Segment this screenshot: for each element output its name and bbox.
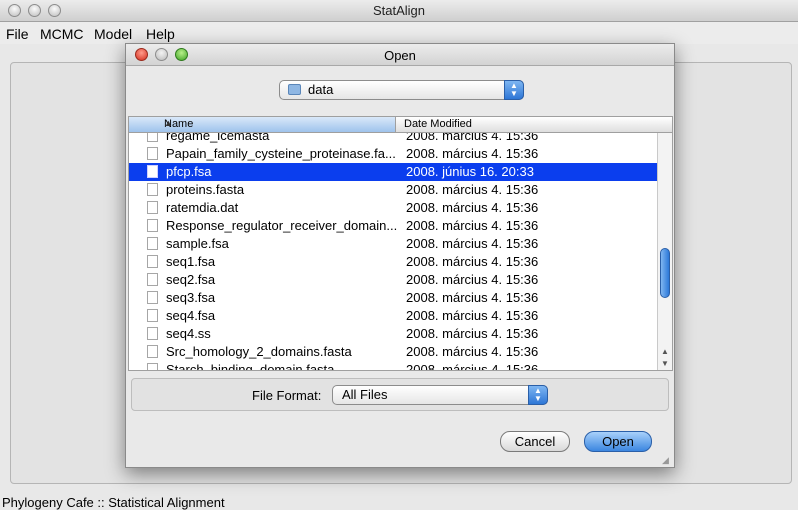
- column-header-date[interactable]: Date Modified: [404, 118, 472, 130]
- file-name: seq4.ss: [166, 326, 211, 341]
- resize-grip-icon[interactable]: ◢: [662, 455, 672, 465]
- open-button[interactable]: Open: [584, 431, 652, 452]
- open-dialog: Open data ▲ ▼ regame_icemasta 2008. márciu…: [125, 43, 675, 468]
- status-bar: Phylogeny Cafe :: Statistical Alignment: [2, 495, 225, 510]
- file-name: Starch_binding_domain.fasta: [166, 362, 335, 371]
- file-row[interactable]: pfcp.fsa 2008. június 16. 20:33: [129, 163, 659, 181]
- file-row[interactable]: Starch_binding_domain.fasta 2008. március…: [129, 361, 659, 371]
- file-list[interactable]: regame_icemasta 2008. március 4. 15:36 Pap…: [128, 116, 673, 371]
- document-icon: [147, 183, 158, 196]
- file-rows: regame_icemasta 2008. március 4. 15:36 Pap…: [129, 127, 659, 371]
- file-row[interactable]: Src_homology_2_domains.fasta 2008. márciu…: [129, 343, 659, 361]
- list-header: Name ▲ Date Modified: [129, 117, 672, 133]
- file-row[interactable]: Response_regulator_receiver_domain... 200…: [129, 217, 659, 235]
- select-arrows-icon: ▲ ▼: [528, 385, 548, 405]
- file-row[interactable]: seq4.ss 2008. március 4. 15:36: [129, 325, 659, 343]
- file-date: 2008. március 4. 15:36: [406, 254, 539, 269]
- file-row[interactable]: sample.fsa 2008. március 4. 15:36: [129, 235, 659, 253]
- folder-icon: [288, 84, 301, 95]
- folder-name: data: [308, 82, 334, 97]
- file-date: 2008. március 4. 15:36: [406, 308, 539, 323]
- menu-model[interactable]: Model: [94, 26, 132, 42]
- file-date: 2008. március 4. 15:36: [406, 218, 539, 233]
- file-row[interactable]: Papain_family_cysteine_proteinase.fa... 2…: [129, 145, 659, 163]
- menu-file[interactable]: File: [6, 26, 29, 42]
- vertical-scrollbar[interactable]: ▲ ▼: [657, 133, 672, 370]
- file-name: seq4.fsa: [166, 308, 216, 323]
- file-format-label: File Format:: [252, 388, 322, 403]
- main-titlebar: StatAlign: [0, 0, 798, 22]
- file-date: 2008. március 4. 15:36: [406, 326, 539, 341]
- menu-help[interactable]: Help: [146, 26, 175, 42]
- document-icon: [147, 219, 158, 232]
- cancel-button[interactable]: Cancel: [500, 431, 570, 452]
- document-icon: [147, 363, 158, 370]
- window-title: StatAlign: [372, 3, 426, 18]
- file-date: 2008. március 4. 15:36: [406, 344, 539, 359]
- document-icon: [147, 273, 158, 286]
- file-name: seq1.fsa: [166, 254, 216, 269]
- document-icon: [147, 165, 158, 178]
- file-row[interactable]: proteins.fasta 2008. március 4. 15:36: [129, 181, 659, 199]
- file-row[interactable]: seq2.fsa 2008. március 4. 15:36: [129, 271, 659, 289]
- file-name: pfcp.fsa: [166, 164, 212, 179]
- file-row[interactable]: seq3.fsa 2008. március 4. 15:36: [129, 289, 659, 307]
- document-icon: [147, 147, 158, 160]
- document-icon: [147, 327, 158, 340]
- folder-popup[interactable]: data ▲ ▼: [279, 80, 524, 100]
- scroll-up-icon[interactable]: ▲: [661, 347, 669, 356]
- file-format-value: All Files: [342, 387, 388, 402]
- file-name: Src_homology_2_domains.fasta: [166, 344, 352, 359]
- document-icon: [147, 201, 158, 214]
- dialog-title: Open: [384, 48, 416, 63]
- file-row[interactable]: seq1.fsa 2008. március 4. 15:36: [129, 253, 659, 271]
- file-format-select[interactable]: All Files ▲ ▼: [332, 385, 548, 405]
- file-row[interactable]: ratemdia.dat 2008. március 4. 15:36: [129, 199, 659, 217]
- file-date: 2008. március 4. 15:36: [406, 362, 539, 371]
- document-icon: [147, 309, 158, 322]
- file-date: 2008. június 16. 20:33: [406, 164, 534, 179]
- file-name: Papain_family_cysteine_proteinase.fa...: [166, 146, 396, 161]
- file-name: seq2.fsa: [166, 272, 216, 287]
- document-icon: [147, 345, 158, 358]
- file-date: 2008. március 4. 15:36: [406, 290, 539, 305]
- document-icon: [147, 291, 158, 304]
- popup-arrows-icon: ▲ ▼: [504, 80, 524, 100]
- column-header-name[interactable]: Name ▲: [129, 117, 396, 132]
- file-row[interactable]: seq4.fsa 2008. március 4. 15:36: [129, 307, 659, 325]
- file-date: 2008. március 4. 15:36: [406, 272, 539, 287]
- document-icon: [147, 255, 158, 268]
- menubar: File MCMC Model Help: [0, 22, 798, 44]
- file-name: proteins.fasta: [166, 182, 245, 197]
- file-name: sample.fsa: [166, 236, 229, 251]
- sort-ascending-icon: ▲: [164, 118, 173, 128]
- document-icon: [147, 237, 158, 250]
- file-format-panel: File Format: All Files ▲ ▼: [131, 378, 669, 411]
- file-name: seq3.fsa: [166, 290, 216, 305]
- menu-mcmc[interactable]: MCMC: [40, 26, 84, 42]
- file-date: 2008. március 4. 15:36: [406, 200, 539, 215]
- file-name: Response_regulator_receiver_domain...: [166, 218, 398, 233]
- file-name: ratemdia.dat: [166, 200, 239, 215]
- file-date: 2008. március 4. 15:36: [406, 182, 539, 197]
- scroll-down-icon[interactable]: ▼: [661, 359, 669, 368]
- file-date: 2008. március 4. 15:36: [406, 236, 539, 251]
- dialog-titlebar: Open: [126, 44, 674, 66]
- scroll-thumb[interactable]: [660, 248, 670, 298]
- file-date: 2008. március 4. 15:36: [406, 146, 539, 161]
